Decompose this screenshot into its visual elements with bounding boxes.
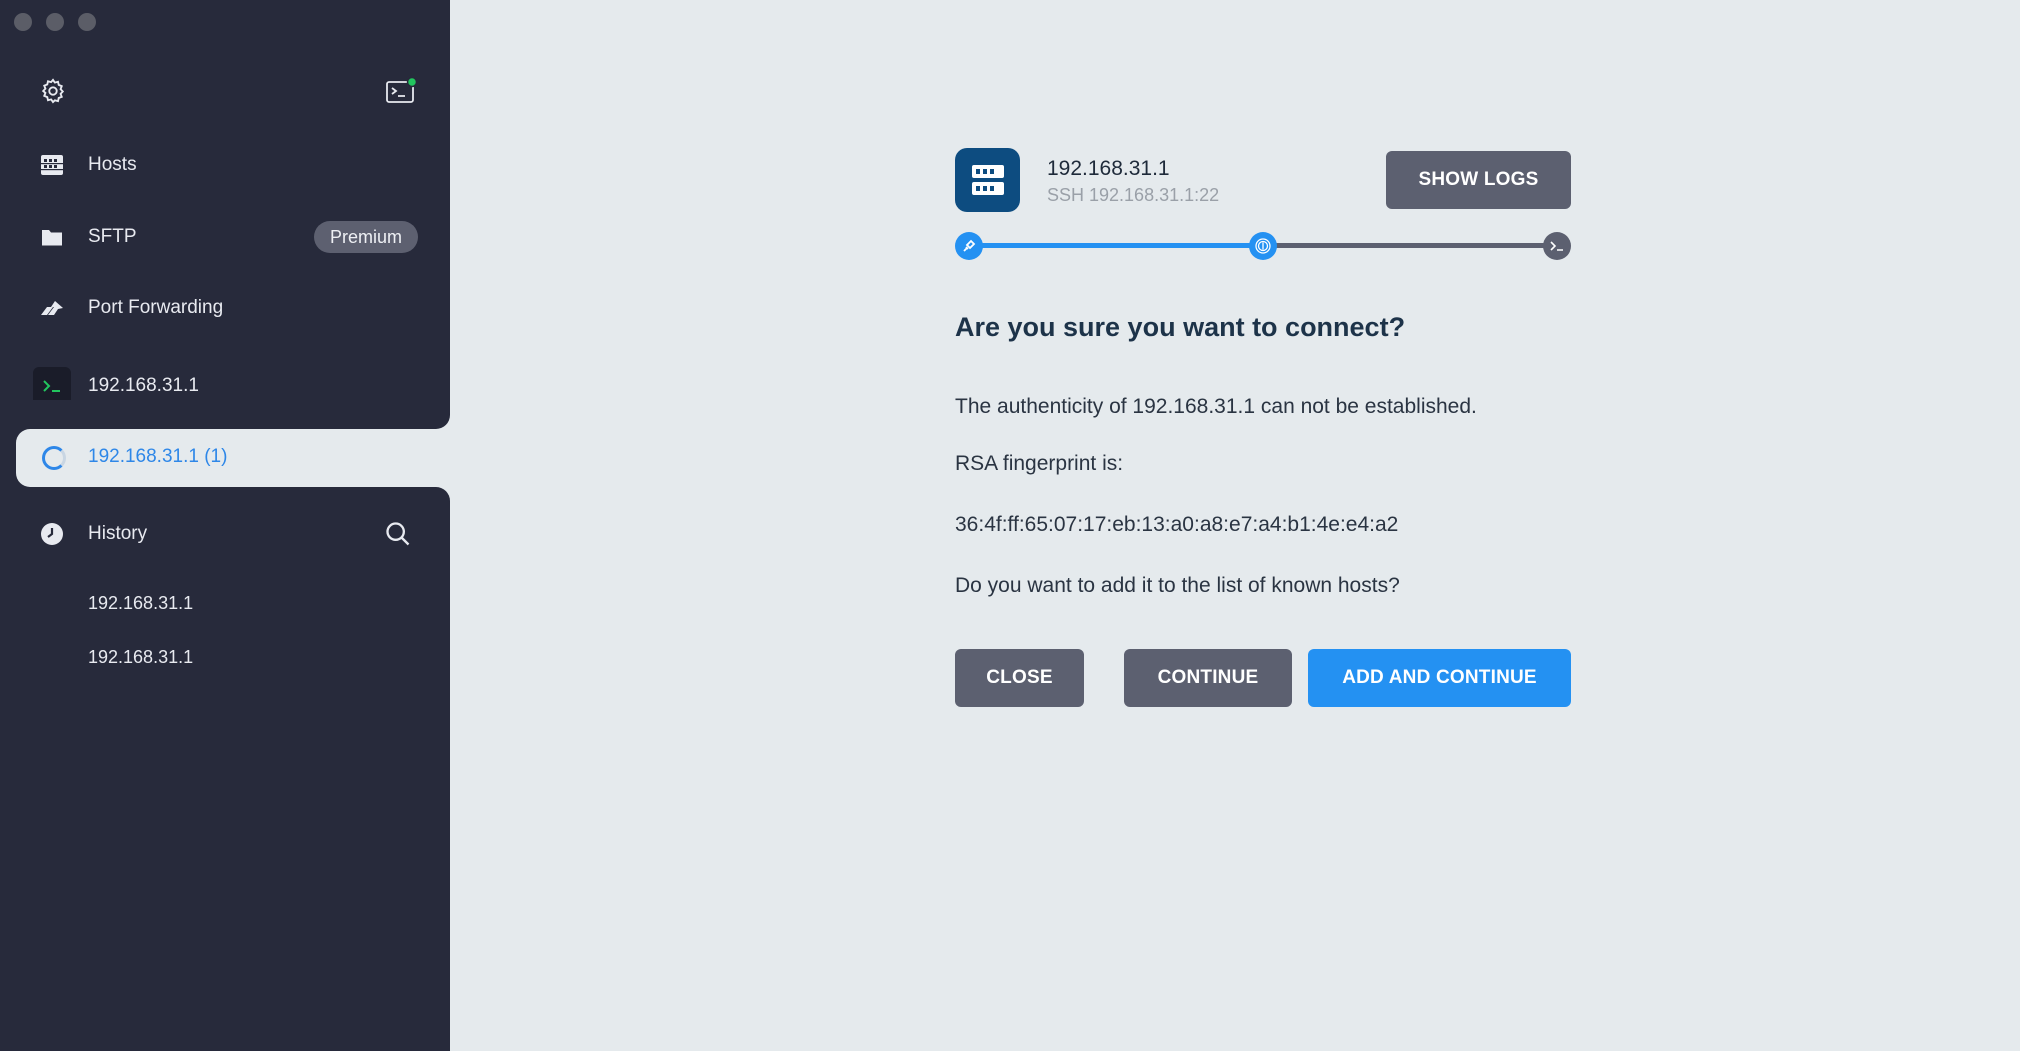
active-tab-notch bbox=[16, 400, 450, 429]
premium-badge: Premium bbox=[313, 221, 418, 253]
sidebar-item-port-forwarding[interactable]: Port Forwarding bbox=[0, 280, 450, 336]
host-name: 192.168.31.1 bbox=[1047, 157, 1170, 180]
dialog-heading: Are you sure you want to connect? bbox=[955, 312, 1406, 342]
known-hosts-question: Do you want to add it to the list of kno… bbox=[955, 574, 1400, 597]
terminal-icon bbox=[1543, 232, 1571, 260]
host-address: SSH 192.168.31.1:22 bbox=[1047, 185, 1220, 205]
show-logs-button[interactable]: SHOW LOGS bbox=[1386, 151, 1571, 209]
session-label: 192.168.31.1 (1) bbox=[88, 446, 228, 467]
window-controls bbox=[14, 13, 96, 31]
fingerprint-value: 36:4f:ff:65:07:17:eb:13:a0:a8:e7:a4:b1:4… bbox=[955, 513, 1399, 536]
minimize-window-button[interactable] bbox=[46, 13, 64, 31]
sidebar-item-label: SFTP bbox=[88, 226, 137, 247]
sidebar-item-label: Port Forwarding bbox=[88, 297, 224, 318]
show-logs-label: SHOW LOGS bbox=[1418, 169, 1539, 190]
new-terminal-icon[interactable] bbox=[385, 76, 418, 105]
authenticity-text: The authenticity of 192.168.31.1 can not… bbox=[955, 395, 1477, 418]
sidebar-item-sftp[interactable]: SFTP Premium bbox=[0, 209, 450, 265]
continue-button-label: CONTINUE bbox=[1157, 667, 1259, 688]
loading-spinner-icon bbox=[42, 446, 66, 470]
host-server-icon bbox=[955, 148, 1020, 212]
sidebar-item-history[interactable]: History bbox=[0, 506, 450, 562]
add-and-continue-button-label: ADD AND CONTINUE bbox=[1342, 667, 1537, 688]
close-window-button[interactable] bbox=[14, 13, 32, 31]
sidebar-item-hosts[interactable]: Hosts bbox=[0, 137, 450, 193]
folder-icon bbox=[38, 223, 66, 251]
clock-icon bbox=[38, 520, 66, 548]
connect-icon bbox=[955, 232, 983, 260]
session-label: 192.168.31.1 bbox=[88, 375, 199, 396]
fingerprint-label: RSA fingerprint is: bbox=[955, 452, 1124, 475]
progress-track bbox=[1263, 243, 1557, 248]
search-icon[interactable] bbox=[384, 520, 412, 548]
continue-button[interactable]: CONTINUE bbox=[1124, 649, 1292, 707]
progress-fill bbox=[969, 243, 1263, 248]
settings-gear-icon[interactable] bbox=[39, 77, 67, 105]
server-icon bbox=[38, 151, 66, 179]
sidebar-item-label: History bbox=[88, 523, 148, 544]
sidebar-item-label: Hosts bbox=[88, 154, 137, 175]
maximize-window-button[interactable] bbox=[78, 13, 96, 31]
session-item-active[interactable]: 192.168.31.1 (1) bbox=[16, 429, 450, 487]
close-button-label: CLOSE bbox=[986, 667, 1053, 688]
fingerprint-icon bbox=[1249, 232, 1277, 260]
close-button[interactable]: CLOSE bbox=[955, 649, 1084, 707]
history-entry[interactable]: 192.168.31.1 bbox=[88, 647, 193, 668]
port-forwarding-arrow-icon bbox=[38, 294, 66, 322]
history-entry[interactable]: 192.168.31.1 bbox=[88, 593, 193, 614]
add-and-continue-button[interactable]: ADD AND CONTINUE bbox=[1308, 649, 1571, 707]
